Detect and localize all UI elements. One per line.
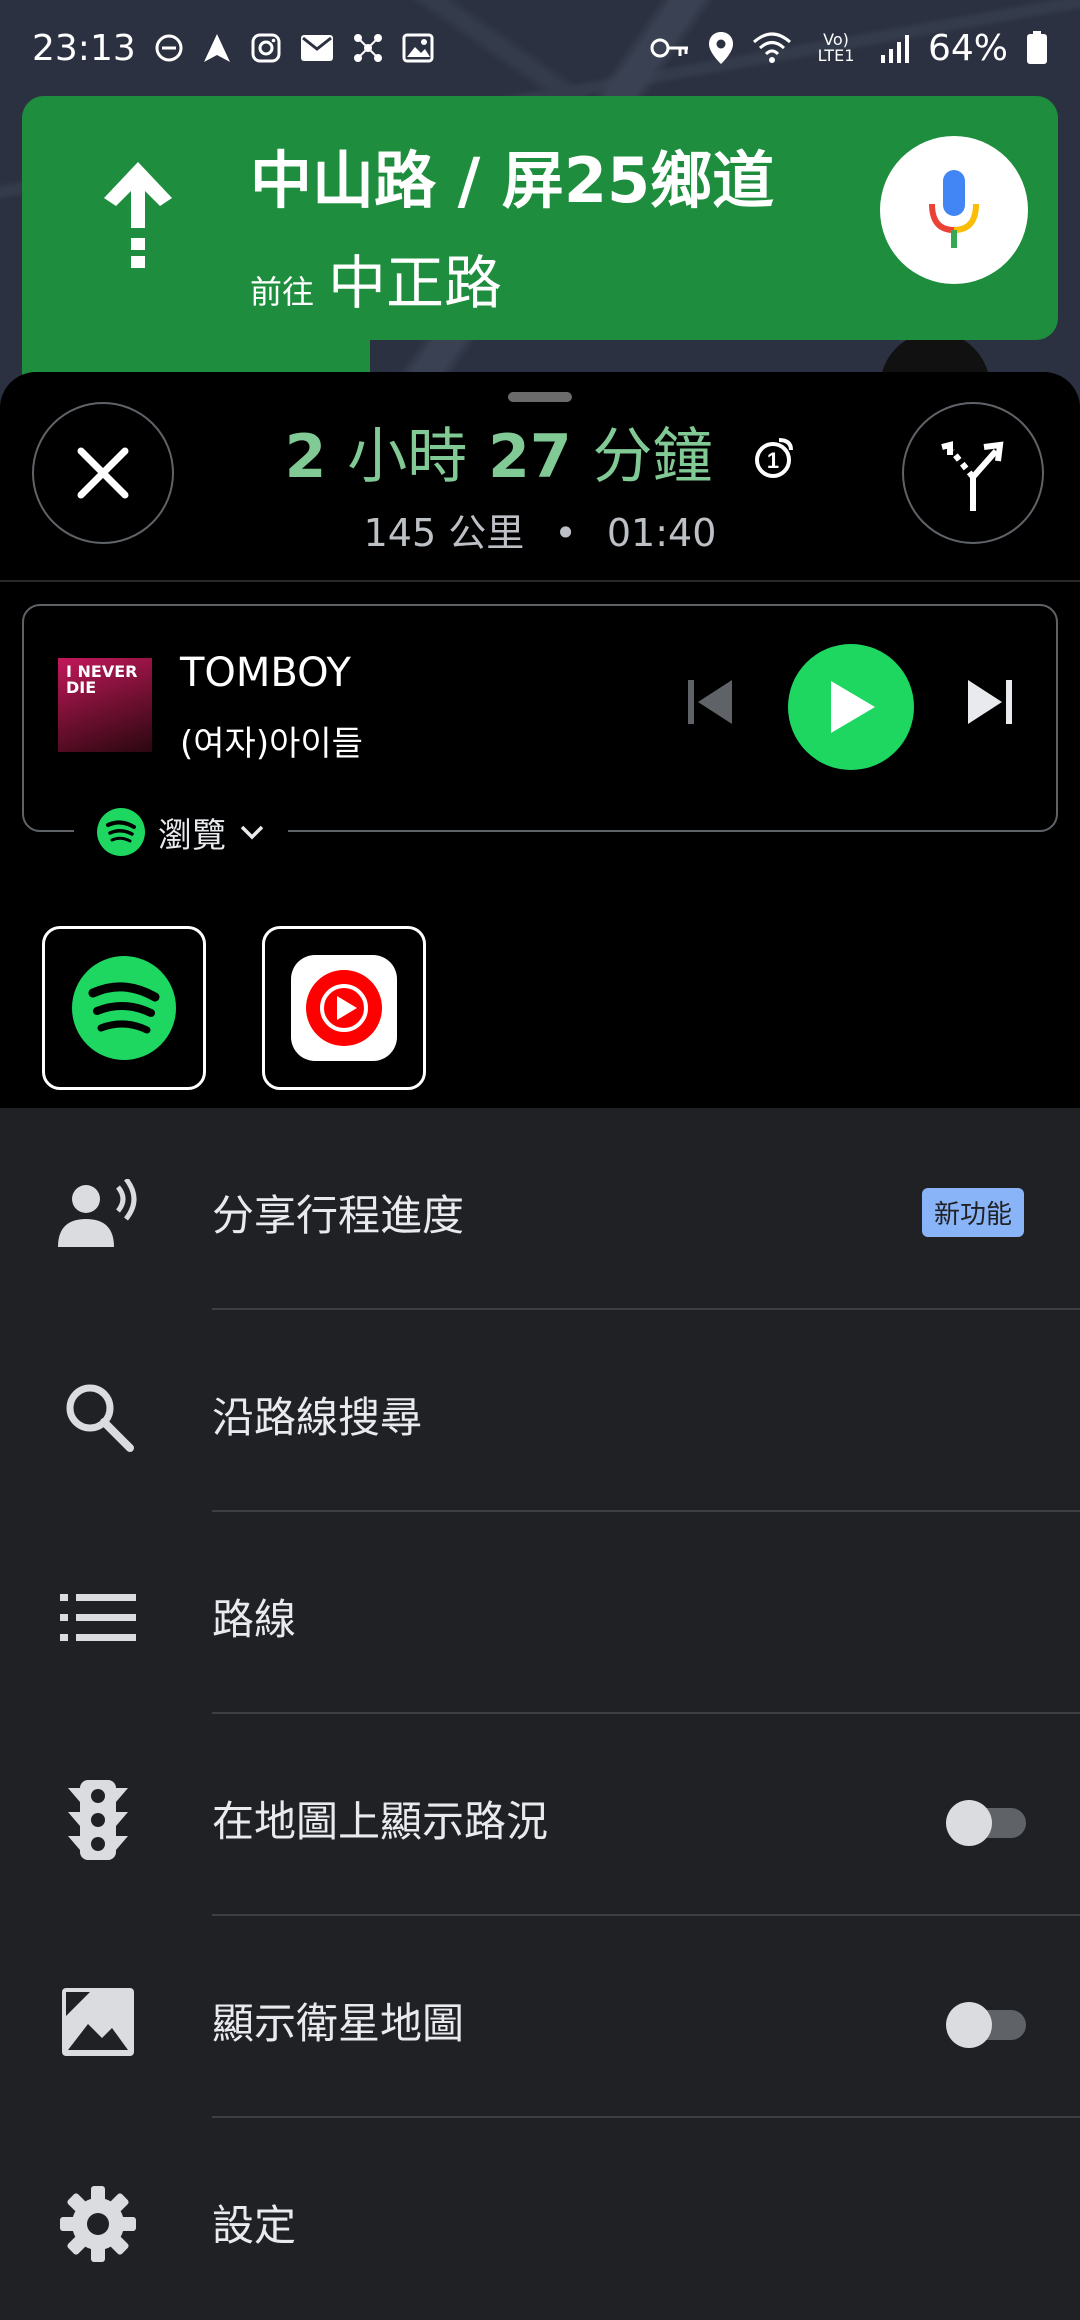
search-icon [56,1374,140,1458]
skip-previous-icon [688,680,732,724]
spotify-app-tile[interactable] [42,926,206,1090]
spotify-icon [72,956,176,1060]
album-art[interactable]: I NEVER DIE [58,658,152,752]
new-feature-badge: 新功能 [922,1188,1025,1237]
youtube-music-app-tile[interactable] [262,926,426,1090]
gallery-icon [402,33,434,63]
song-title: TOMBOY [180,650,351,696]
sheet-divider [0,580,1080,582]
browse-label: 瀏覽 [158,815,226,856]
toward-road: 中正路 [328,249,503,317]
navigation-icon [202,32,232,64]
eta-hours-unit: 小時 [347,422,468,492]
gear-icon [56,2182,140,2266]
traffic-toggle[interactable] [946,1800,1030,1846]
traffic-light-icon [56,1778,140,1862]
list-icon [56,1576,140,1660]
signal-strength-icon [880,33,910,63]
play-button[interactable] [788,644,914,770]
instagram-icon [250,32,282,64]
next-road: 前往 中正路 [250,236,502,320]
trip-separator: • [554,511,577,555]
battery-icon [1026,31,1048,65]
route-label: 路線 [212,1595,297,1644]
location-icon [708,31,734,65]
satellite-toggle[interactable] [946,2002,1030,2048]
network-share-icon [352,32,384,64]
eta-minutes: 27 [488,422,572,492]
lte-label: Vo) LTE1 [817,30,855,65]
album-art-text: I NEVER DIE [66,662,138,697]
song-artist: (여자)아이들 [180,724,363,764]
do-not-disturb-icon [154,33,184,63]
current-street: 中山路 / 屏25鄉道 [250,144,775,217]
satellite-label: 顯示衛星地圖 [212,1999,465,2048]
route-overview-item[interactable]: 路線 [0,1512,1080,1714]
share-person-icon [56,1172,140,1256]
straight-arrow-icon [98,158,178,286]
play-icon [831,681,875,733]
wifi-icon [752,32,792,64]
svg-text:1: 1 [767,448,779,473]
show-traffic-item[interactable]: 在地圖上顯示路況 [0,1714,1080,1916]
media-source-selector[interactable]: 瀏覽 [74,802,288,862]
mail-icon [300,34,334,62]
toll-road-icon[interactable]: 1 [751,425,795,495]
spotify-icon [97,808,145,856]
satellite-image-icon [56,1980,140,2064]
show-traffic-label: 在地圖上顯示路況 [212,1797,549,1846]
route-fork-icon [941,441,1004,511]
status-time: 23:13 [32,27,136,69]
status-bar: 23:13 Vo) LTE1 64% [0,0,1080,96]
navigation-options-menu: 分享行程進度 新功能 沿路線搜尋 路線 在地圖上顯示路況 顯示衛星地圖 設定 [0,1108,1080,2316]
search-along-route-label: 沿路線搜尋 [212,1393,423,1442]
microphone-icon [929,170,979,248]
satellite-view-item[interactable]: 顯示衛星地圖 [0,1916,1080,2118]
next-track-button[interactable] [964,676,1016,732]
previous-track-button[interactable] [684,676,736,732]
vpn-key-icon [650,36,690,60]
settings-item[interactable]: 設定 [0,2118,1080,2320]
settings-label: 設定 [212,2201,297,2250]
skip-next-icon [968,680,1012,724]
share-trip-progress-item[interactable]: 分享行程進度 新功能 [0,1108,1080,1310]
arrival-time: 01:40 [606,511,717,555]
trip-distance: 145 公里 [363,511,525,555]
alternate-routes-button[interactable] [902,402,1044,544]
toggle-thumb [946,2002,992,2048]
eta-minutes-unit: 分鐘 [592,422,713,492]
chevron-down-icon [240,825,264,840]
search-along-route-item[interactable]: 沿路線搜尋 [0,1310,1080,1512]
sheet-drag-handle[interactable] [508,392,572,402]
navigation-banner[interactable]: 中山路 / 屏25鄉道 前往 中正路 [22,96,1058,340]
youtube-music-icon [291,955,397,1061]
toggle-thumb [946,1800,992,1846]
toward-label: 前往 [250,273,315,311]
media-player-card[interactable]: I NEVER DIE TOMBOY (여자)아이들 瀏覽 [22,604,1058,862]
battery-percent: 64% [927,27,1008,69]
share-trip-label: 分享行程進度 [212,1191,465,1240]
eta-hours: 2 [284,422,327,492]
voice-search-button[interactable] [880,136,1028,284]
